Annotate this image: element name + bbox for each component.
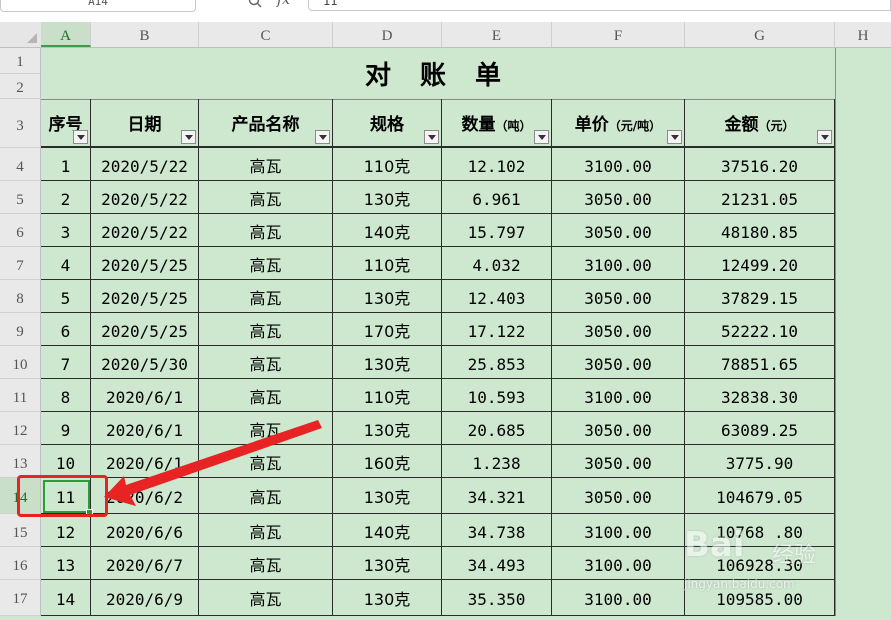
watermark-url: jingyan.baidu.com — [684, 577, 795, 591]
baidu-logo: Bai — [684, 525, 745, 565]
watermark-text: 经验 — [772, 543, 817, 568]
baidu-watermark: Bai 经验 jingyan.baidu.com — [684, 525, 844, 595]
annotation-arrow — [104, 420, 322, 506]
